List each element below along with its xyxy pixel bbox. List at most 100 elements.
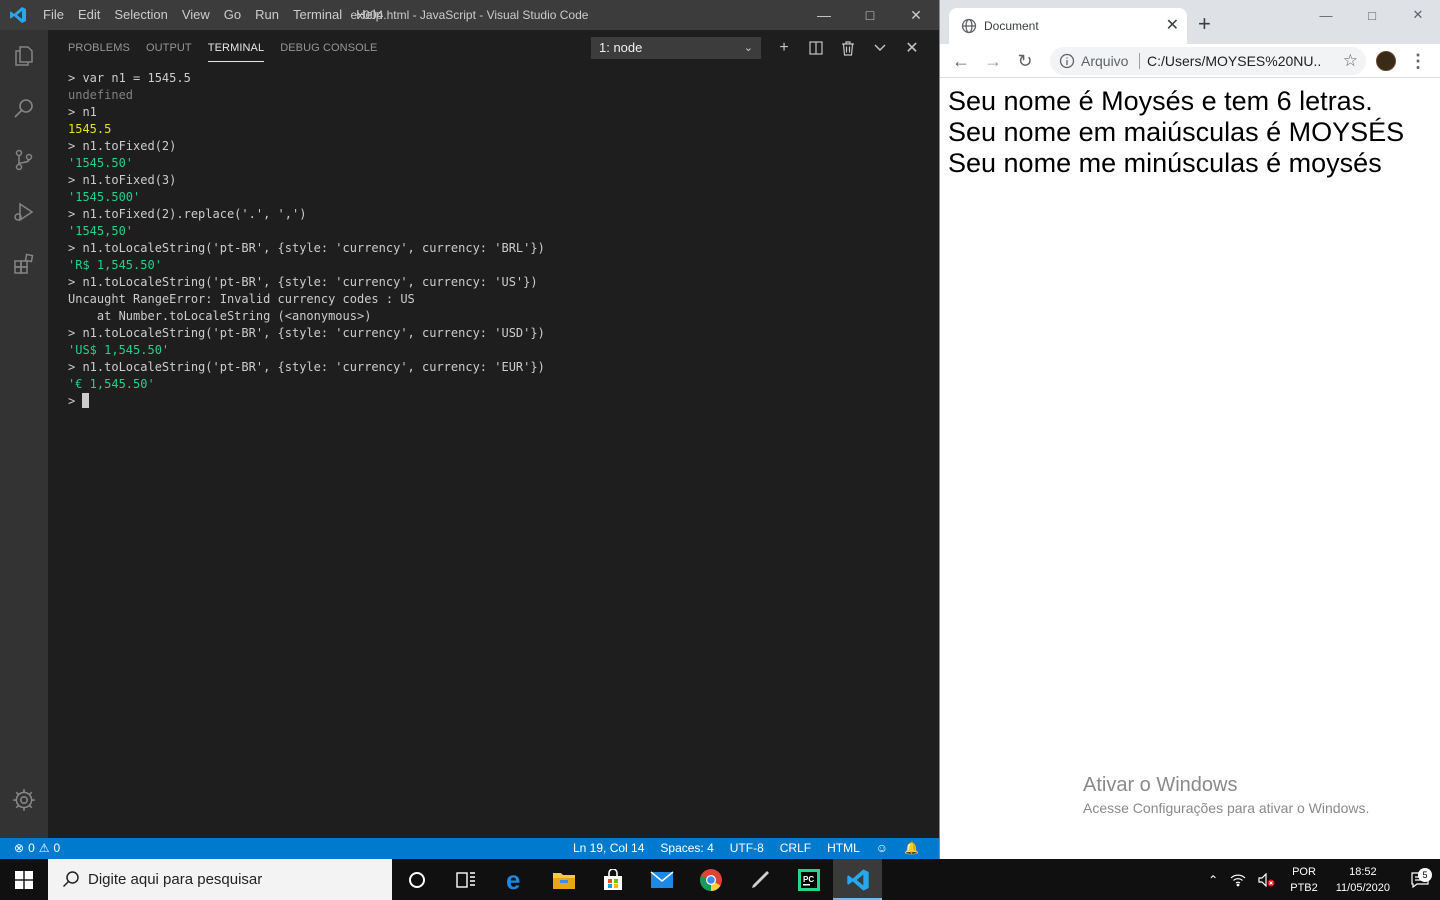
- volume-muted-icon[interactable]: [1252, 872, 1282, 887]
- profile-avatar[interactable]: [1376, 51, 1396, 71]
- terminal-output[interactable]: > var n1 = 1545.5 undefined > n1 1545.5 > n1…: [68, 70, 545, 410]
- terminal-line: '1545.500': [68, 190, 141, 204]
- cursor-position[interactable]: Ln 19, Col 14: [565, 838, 652, 859]
- vscode-logo-icon: [0, 0, 36, 30]
- terminal-line: 1545.5: [68, 122, 112, 136]
- source-control-icon[interactable]: [0, 134, 48, 186]
- feedback-icon[interactable]: ☺: [868, 838, 896, 859]
- watermark-subtitle: Acesse Configurações para ativar o Windo…: [1083, 800, 1370, 816]
- info-icon[interactable]: [1059, 53, 1075, 74]
- menu-view[interactable]: View: [175, 0, 217, 30]
- network-icon[interactable]: [1224, 873, 1252, 887]
- maximize-icon[interactable]: □: [847, 0, 893, 30]
- minimize-icon[interactable]: —: [801, 0, 847, 30]
- warning-count: 0: [53, 841, 61, 855]
- terminal-select[interactable]: 1: node ⌄: [591, 37, 761, 59]
- menu-selection[interactable]: Selection: [107, 0, 174, 30]
- search-icon[interactable]: [0, 82, 48, 134]
- tab-problems[interactable]: PROBLEMS: [60, 30, 138, 66]
- problems-status[interactable]: ⊗ 0 ⚠ 0: [14, 838, 60, 859]
- chrome-minimize-icon[interactable]: —: [1303, 0, 1349, 30]
- menu-help[interactable]: Help: [349, 0, 390, 30]
- line-ending[interactable]: CRLF: [772, 838, 819, 859]
- terminal-line: '1545.50': [68, 156, 134, 170]
- page-line: Seu nome em maiúsculas é MOYSÉS: [948, 117, 1405, 147]
- terminal-prompt-line[interactable]: >: [68, 393, 545, 410]
- chrome-maximize-icon[interactable]: □: [1349, 0, 1395, 30]
- tab-output[interactable]: OUTPUT: [138, 30, 200, 66]
- terminal-line: > n1.toLocaleString('pt-BR', {style: 'cu…: [68, 241, 545, 255]
- terminal-line: > var n1 = 1545.5: [68, 71, 191, 85]
- page-line: Seu nome me minúsculas é moysés: [948, 148, 1382, 178]
- new-terminal-icon[interactable]: +: [768, 30, 800, 66]
- menu-go[interactable]: Go: [217, 0, 248, 30]
- url-text[interactable]: C:/Users/MOYSES%20NU...: [1147, 47, 1322, 75]
- mail-icon[interactable]: [637, 859, 686, 900]
- pycharm-icon[interactable]: PC: [784, 859, 833, 900]
- start-windows-icon[interactable]: [0, 859, 48, 900]
- terminal-line: > n1.toFixed(3): [68, 173, 177, 187]
- terminal-select-value: 1: node: [599, 40, 643, 55]
- clock[interactable]: 18:52 11/05/2020: [1326, 864, 1400, 896]
- terminal-line: > n1.toLocaleString('pt-BR', {style: 'cu…: [68, 275, 538, 289]
- taskbar-search[interactable]: Digite aqui para pesquisar: [48, 859, 392, 900]
- browser-tab[interactable]: Document ✕: [949, 8, 1187, 44]
- svg-text:e: e: [506, 868, 520, 892]
- edge-icon[interactable]: e: [490, 859, 539, 900]
- back-arrow-icon[interactable]: ←: [945, 44, 977, 78]
- input-language[interactable]: POR PTB2: [1282, 864, 1326, 896]
- run-debug-icon[interactable]: [0, 186, 48, 238]
- vscode-taskbar-icon[interactable]: [833, 859, 882, 900]
- chrome-icon[interactable]: [686, 859, 735, 900]
- forward-arrow-icon[interactable]: →: [977, 44, 1009, 78]
- explorer-icon[interactable]: [0, 30, 48, 82]
- tab-close-icon[interactable]: ✕: [1166, 8, 1179, 44]
- close-panel-icon[interactable]: ✕: [896, 30, 928, 66]
- omnibox[interactable]: Arquivo C:/Users/MOYSES%20NU... ☆: [1050, 47, 1366, 75]
- vscode-window: File Edit Selection View Go Run Terminal…: [0, 0, 939, 859]
- cortana-icon[interactable]: [392, 859, 441, 900]
- tab-debug-console[interactable]: DEBUG CONSOLE: [272, 30, 385, 66]
- maximize-panel-chevron-icon[interactable]: [864, 30, 896, 66]
- close-icon[interactable]: ✕: [893, 0, 939, 30]
- terminal-cursor: [82, 393, 90, 408]
- terminal-line: 'US$ 1,545.50': [68, 343, 170, 357]
- omnibox-separator: [1139, 53, 1140, 69]
- task-view-icon[interactable]: [441, 859, 490, 900]
- terminal-line: > n1.toFixed(2): [68, 139, 177, 153]
- prompt-symbol: >: [68, 394, 76, 408]
- language-mode[interactable]: HTML: [819, 838, 868, 859]
- panel-actions: + ✕: [768, 30, 928, 66]
- bookmark-star-icon[interactable]: ☆: [1343, 47, 1358, 75]
- terminal-line: '€ 1,545.50': [68, 377, 155, 391]
- encoding[interactable]: UTF-8: [722, 838, 772, 859]
- menu-terminal[interactable]: Terminal: [286, 0, 349, 30]
- chrome-menu-icon[interactable]: ⋮: [1406, 44, 1430, 78]
- new-tab-icon[interactable]: +: [1198, 12, 1211, 36]
- show-hidden-icons-chevron-icon[interactable]: ⌃: [1202, 873, 1224, 887]
- notifications-bell-icon[interactable]: 🔔: [896, 838, 927, 859]
- tab-terminal[interactable]: TERMINAL: [200, 30, 272, 66]
- menu-bar: File Edit Selection View Go Run Terminal…: [36, 0, 390, 30]
- split-terminal-icon[interactable]: [800, 30, 832, 66]
- svg-text:PC: PC: [803, 875, 814, 884]
- menu-file[interactable]: File: [36, 0, 71, 30]
- extensions-icon[interactable]: [0, 238, 48, 290]
- notification-count-badge: 5: [1418, 867, 1432, 882]
- browser-toolbar: ← → ↻ Arquivo C:/Users/MOYSES%20NU... ☆: [940, 44, 1440, 78]
- menu-run[interactable]: Run: [248, 0, 286, 30]
- pen-icon[interactable]: [735, 859, 784, 900]
- taskbar-apps: e PC: [392, 859, 882, 900]
- store-icon[interactable]: [588, 859, 637, 900]
- indentation[interactable]: Spaces: 4: [652, 838, 721, 859]
- tab-title: Document: [984, 19, 1039, 33]
- menu-edit[interactable]: Edit: [71, 0, 107, 30]
- file-explorer-icon[interactable]: [539, 859, 588, 900]
- terminal-line: undefined: [68, 88, 134, 102]
- action-center-icon[interactable]: 5: [1400, 867, 1440, 888]
- reload-icon[interactable]: ↻: [1009, 44, 1041, 78]
- trash-icon[interactable]: [832, 30, 864, 66]
- clock-time: 18:52: [1349, 865, 1377, 878]
- chrome-close-icon[interactable]: ✕: [1395, 0, 1440, 30]
- manage-gear-icon[interactable]: [0, 774, 48, 826]
